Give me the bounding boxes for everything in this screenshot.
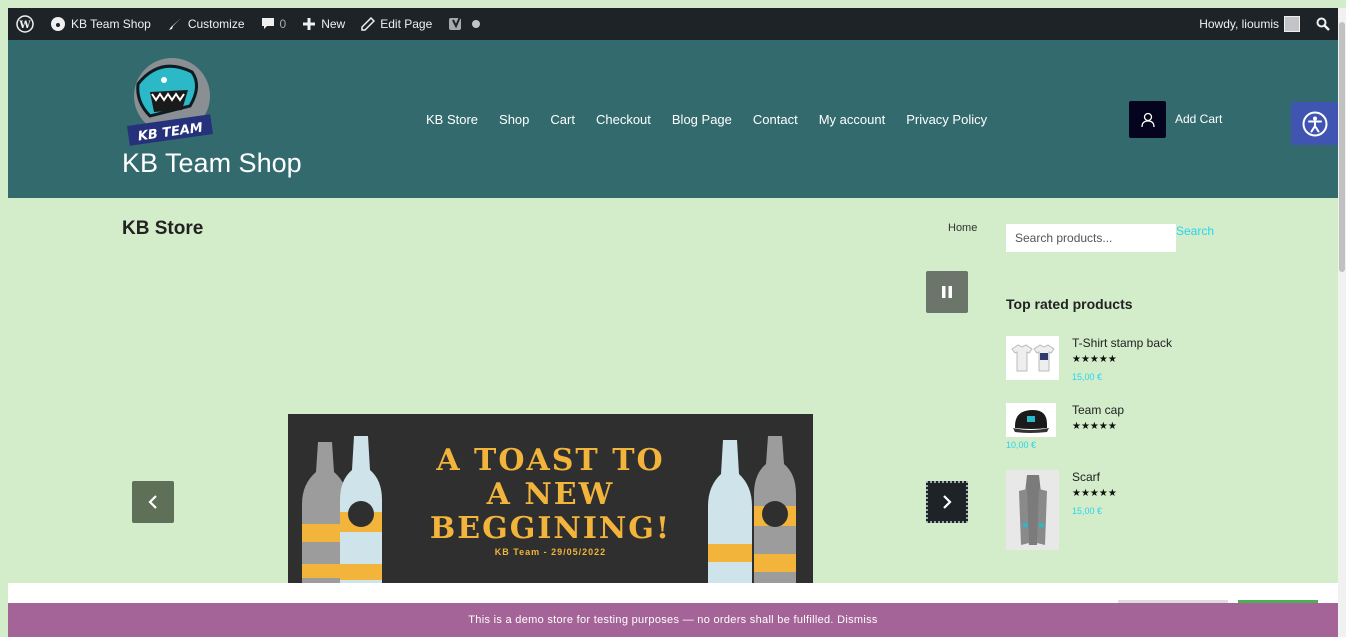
product-name[interactable]: Team cap — [1072, 403, 1124, 417]
comments-link[interactable]: 0 — [253, 8, 295, 40]
site-name-link[interactable]: KB Team Shop — [42, 8, 159, 40]
pencil-icon — [361, 17, 376, 31]
banner-subtitle: KB Team - 29/05/2022 — [494, 547, 607, 557]
demo-store-notice[interactable]: This is a demo store for testing purpose… — [8, 603, 1338, 637]
wordpress-logo-button[interactable]: W — [8, 8, 42, 40]
search-icon — [1316, 17, 1330, 31]
avatar — [1284, 16, 1300, 32]
wordpress-icon: W — [16, 15, 34, 33]
product-search-button[interactable]: Search — [1176, 224, 1214, 238]
accessibility-icon — [1302, 111, 1327, 136]
new-label: New — [321, 17, 346, 31]
add-cart-link[interactable]: Add Cart — [1175, 112, 1222, 126]
status-dot-icon — [472, 20, 481, 28]
svg-text:W: W — [18, 20, 31, 31]
nav-item-contact[interactable]: Contact — [753, 112, 798, 127]
edit-page-label: Edit Page — [380, 17, 433, 31]
edit-page-link[interactable]: Edit Page — [353, 8, 440, 40]
list-item[interactable]: Team cap ★★★★★ 10,00 € — [1006, 403, 1266, 451]
browser-viewport: W KB Team Shop Customize 0 New Edit Page — [8, 8, 1338, 637]
product-name[interactable]: Scarf — [1072, 470, 1100, 484]
nav-item-privacy-policy[interactable]: Privacy Policy — [906, 112, 987, 127]
customize-link[interactable]: Customize — [159, 8, 253, 40]
slider-banner-image: A TOAST TO A NEW BEGGINING! KB Team - 29… — [288, 414, 813, 594]
site-logo[interactable]: KB TEAM — [120, 54, 215, 154]
list-item[interactable]: Scarf ★★★★★ 15,00 € — [1006, 470, 1266, 550]
nav-item-my-account[interactable]: My account — [819, 112, 885, 127]
pause-icon — [942, 286, 952, 298]
comment-icon — [261, 18, 274, 29]
accessibility-button[interactable] — [1291, 102, 1338, 145]
scrollbar-thumb[interactable] — [1339, 22, 1345, 272]
product-thumbnail[interactable] — [1006, 403, 1056, 437]
yoast-icon — [449, 17, 462, 30]
product-rating: ★★★★★ — [1072, 488, 1117, 499]
cap-image — [1013, 410, 1049, 433]
my-account-menu[interactable]: Howdy, lioumis — [1191, 8, 1308, 40]
product-thumbnail[interactable] — [1006, 470, 1059, 550]
nav-item-shop[interactable]: Shop — [499, 112, 529, 127]
nav-item-checkout[interactable]: Checkout — [596, 112, 651, 127]
banner-line-1: A TOAST TO — [436, 443, 665, 478]
banner-line-2: A NEW — [486, 477, 615, 512]
product-rating: ★★★★★ — [1072, 421, 1117, 432]
admin-search-button[interactable] — [1308, 8, 1338, 40]
brush-icon — [168, 18, 181, 30]
product-search-input[interactable] — [1006, 224, 1176, 252]
slider-next-button[interactable] — [926, 481, 968, 523]
product-price: 15,00 € — [1072, 506, 1103, 516]
slider-pause-button[interactable] — [926, 271, 968, 313]
chevron-right-icon — [943, 495, 952, 509]
list-item[interactable]: T-Shirt stamp back ★★★★★ 15,00 € — [1006, 336, 1266, 382]
tshirt-image — [1010, 344, 1055, 372]
product-thumbnail[interactable] — [1006, 336, 1059, 380]
yoast-seo-menu[interactable] — [440, 8, 489, 40]
product-price: 15,00 € — [1072, 372, 1103, 382]
slider-prev-button[interactable] — [132, 481, 174, 523]
breadcrumb-home[interactable]: Home — [948, 222, 977, 234]
customize-label: Customize — [187, 17, 245, 31]
dashboard-icon — [51, 17, 65, 31]
product-price: 10,00 € — [1006, 440, 1037, 450]
nav-item-kb-store[interactable]: KB Store — [426, 112, 478, 127]
top-rated-title: Top rated products — [1006, 296, 1133, 312]
scarf-image — [1018, 475, 1047, 545]
banner-headline: A TOAST TO A NEW BEGGINING! — [288, 444, 813, 546]
user-icon — [1140, 112, 1155, 127]
comments-count: 0 — [279, 17, 287, 31]
nav-item-blog-page[interactable]: Blog Page — [672, 112, 732, 127]
cookie-banner — [8, 583, 1338, 603]
nav-item-cart[interactable]: Cart — [550, 112, 575, 127]
admin-bar: W KB Team Shop Customize 0 New Edit Page — [8, 8, 1338, 40]
primary-nav: KB Store Shop Cart Checkout Blog Page Co… — [426, 112, 1008, 127]
site-header: KB TEAM KB Team Shop KB Store Shop Cart … — [8, 40, 1338, 198]
account-button[interactable] — [1129, 101, 1166, 138]
plus-icon — [303, 18, 316, 30]
new-content-link[interactable]: New — [294, 8, 353, 40]
banner-line-3: BEGGINING! — [429, 511, 672, 546]
page-title: KB Store — [122, 218, 204, 239]
site-title[interactable]: KB Team Shop — [122, 148, 302, 179]
site-name-label: KB Team Shop — [71, 17, 151, 31]
chevron-left-icon — [148, 495, 157, 509]
product-rating: ★★★★★ — [1072, 354, 1117, 365]
product-name[interactable]: T-Shirt stamp back — [1072, 336, 1172, 350]
greeting-label: Howdy, lioumis — [1199, 17, 1279, 31]
